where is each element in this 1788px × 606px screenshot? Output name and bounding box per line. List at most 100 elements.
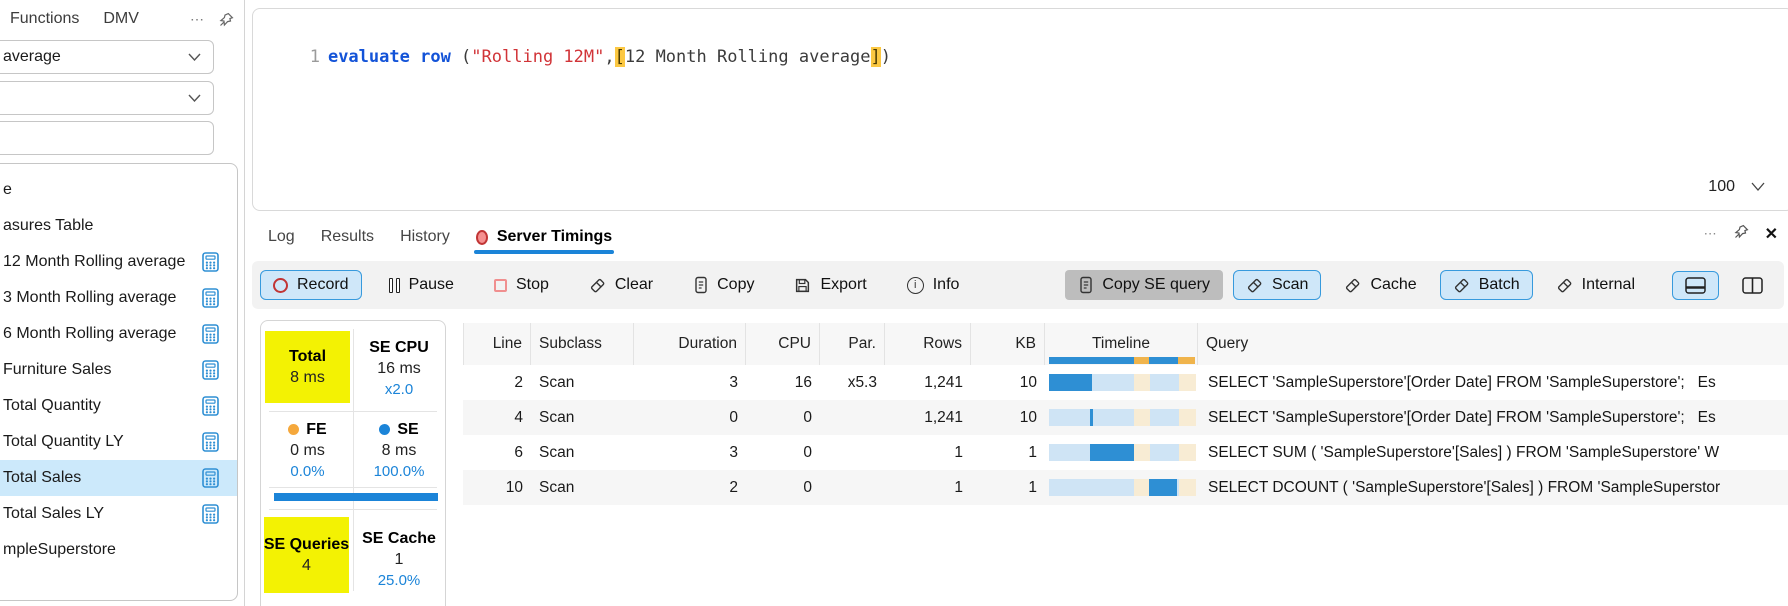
- tree-item-12-month-rolling-average[interactable]: 12 Month Rolling average: [0, 244, 237, 280]
- tree-item-label: 6 Month Rolling average: [3, 325, 176, 343]
- cell-kb: 10: [971, 365, 1045, 400]
- pin-icon[interactable]: [219, 12, 234, 27]
- cell-duration: 2: [634, 470, 746, 505]
- tree-item-furniture-sales[interactable]: Furniture Sales: [0, 352, 237, 388]
- results-tab-strip: Log Results History Server Timings: [268, 220, 612, 254]
- column-header-label: Duration: [678, 335, 737, 353]
- column-header-cpu[interactable]: CPU: [746, 323, 820, 365]
- sidebar-tab-strip: Functions DMV ⋯: [0, 6, 234, 32]
- overflow-menu-icon[interactable]: ⋯: [1704, 226, 1718, 242]
- timings-summary-panel: Total 8 ms SE CPU 16 ms x2.0 FE 0 ms 0.0…: [260, 320, 446, 606]
- timing-row-line-2[interactable]: 2Scan316x5.31,24110SELECT 'SampleSuperst…: [463, 365, 1788, 400]
- clear-button[interactable]: Clear: [576, 270, 666, 300]
- cell-rows: 1: [885, 435, 971, 470]
- copy-se-query-button[interactable]: Copy SE query: [1065, 270, 1223, 300]
- tab-label: Log: [268, 228, 295, 246]
- cell-duration: 3: [634, 365, 746, 400]
- tree-item-asures-table[interactable]: asures Table: [0, 208, 237, 244]
- cell-line: 6: [463, 435, 531, 470]
- eraser-icon: [589, 277, 606, 294]
- calculator-icon: [202, 288, 219, 308]
- tree-item-total-quantity-ly[interactable]: Total Quantity LY: [0, 424, 237, 460]
- tree-item-mplesuperstore[interactable]: mpleSuperstore: [0, 532, 237, 568]
- calculator-icon: [202, 252, 219, 272]
- timing-row-line-4[interactable]: 4Scan001,24110SELECT 'SampleSuperstore'[…: [463, 400, 1788, 435]
- metadata-tree: easures Table12 Month Rolling average 3 M…: [0, 163, 238, 601]
- button-label: Record: [297, 276, 349, 294]
- split-horizontal-icon-button[interactable]: [1672, 271, 1719, 300]
- query-editor[interactable]: 1evaluate row ("Rolling 12M",[12 Month R…: [252, 8, 1788, 211]
- column-header-par[interactable]: Par.: [820, 323, 885, 365]
- eraser-icon: [1453, 277, 1470, 294]
- batch-button[interactable]: Batch: [1440, 270, 1533, 300]
- cell-kb: 10: [971, 400, 1045, 435]
- copy-icon: [693, 276, 708, 294]
- tab-log[interactable]: Log: [268, 228, 295, 246]
- divider: [269, 509, 437, 510]
- scan-button[interactable]: Scan: [1233, 270, 1321, 300]
- pause-button[interactable]: Pause: [376, 270, 467, 300]
- tree-item-label: Total Sales LY: [3, 505, 104, 523]
- tree-item-6-month-rolling-average[interactable]: 6 Month Rolling average: [0, 316, 237, 352]
- pane-splitter[interactable]: [244, 0, 245, 606]
- cell-cpu: 0: [746, 400, 820, 435]
- record-button[interactable]: Record: [260, 270, 362, 300]
- split-horizontal-icon: [1685, 277, 1706, 294]
- tab-history[interactable]: History: [400, 228, 450, 246]
- cell-par: [820, 435, 885, 470]
- search-input[interactable]: [0, 121, 214, 155]
- tree-item-e[interactable]: e: [0, 172, 237, 208]
- stop-button[interactable]: Stop: [481, 270, 562, 300]
- cache-button[interactable]: Cache: [1331, 270, 1429, 300]
- cell-cpu: 16: [746, 365, 820, 400]
- export-button[interactable]: Export: [781, 270, 879, 300]
- record-icon: [273, 278, 288, 293]
- metric-se-cache: SE Cache 1 25.0%: [355, 517, 443, 601]
- overflow-menu-icon[interactable]: ⋯: [190, 11, 205, 28]
- tab-label: Server Timings: [497, 228, 612, 246]
- column-header-line[interactable]: Line: [463, 323, 531, 365]
- tab-label: Results: [321, 228, 374, 246]
- timeline-bar: [1149, 479, 1177, 496]
- split-vertical-icon-button[interactable]: [1729, 271, 1776, 300]
- column-header-label: Query: [1206, 335, 1248, 353]
- column-header-rows[interactable]: Rows: [885, 323, 971, 365]
- tree-item-total-sales-ly[interactable]: Total Sales LY: [0, 496, 237, 532]
- metric-fe: FE 0 ms 0.0%: [265, 417, 350, 483]
- cell-query: SELECT DCOUNT ( 'SampleSuperstore'[Sales…: [1198, 470, 1788, 505]
- tab-server-timings[interactable]: Server Timings: [476, 228, 612, 246]
- info-button[interactable]: iInfo: [894, 270, 973, 300]
- timing-row-line-6[interactable]: 6Scan3011SELECT SUM ( 'SampleSuperstore'…: [463, 435, 1788, 470]
- tab-results[interactable]: Results: [321, 228, 374, 246]
- code-token: "Rolling 12M": [471, 47, 604, 67]
- editor-zoom-select[interactable]: 100: [1708, 178, 1765, 196]
- se-ratio-bar: [274, 493, 438, 501]
- tab-dmv[interactable]: DMV: [103, 10, 139, 28]
- tree-item-total-quantity[interactable]: Total Quantity: [0, 388, 237, 424]
- column-header-kb[interactable]: KB: [971, 323, 1045, 365]
- tree-item-label: 3 Month Rolling average: [3, 289, 176, 307]
- tree-item-label: Total Quantity: [3, 397, 101, 415]
- button-label: Clear: [615, 276, 653, 294]
- column-header-timeline[interactable]: Timeline: [1045, 323, 1198, 365]
- code-line: 1evaluate row ("Rolling 12M",[12 Month R…: [253, 21, 1785, 93]
- model-dropdown[interactable]: [0, 81, 214, 115]
- copy-button[interactable]: Copy: [680, 270, 767, 300]
- button-label: Stop: [516, 276, 549, 294]
- database-dropdown[interactable]: average: [0, 40, 214, 74]
- timings-toolbar: Record Pause Stop Clear Copy Export iInfo Copy…: [252, 261, 1784, 309]
- tree-item-3-month-rolling-average[interactable]: 3 Month Rolling average: [0, 280, 237, 316]
- tree-item-total-sales[interactable]: Total Sales: [0, 460, 237, 496]
- column-header-query[interactable]: Query: [1198, 323, 1788, 365]
- timing-row-line-10[interactable]: 10Scan2011SELECT DCOUNT ( 'SampleSuperst…: [463, 470, 1788, 505]
- internal-button[interactable]: Internal: [1543, 270, 1648, 300]
- column-header-duration[interactable]: Duration: [634, 323, 746, 365]
- column-header-subclass[interactable]: Subclass: [531, 323, 634, 365]
- pin-icon[interactable]: [1734, 224, 1749, 244]
- tree-item-label: Total Sales: [3, 469, 81, 487]
- tab-functions[interactable]: Functions: [10, 10, 79, 28]
- close-icon[interactable]: ✕: [1765, 224, 1778, 244]
- button-label: Copy SE query: [1102, 276, 1210, 294]
- button-label: Export: [820, 276, 866, 294]
- cell-par: x5.3: [820, 365, 885, 400]
